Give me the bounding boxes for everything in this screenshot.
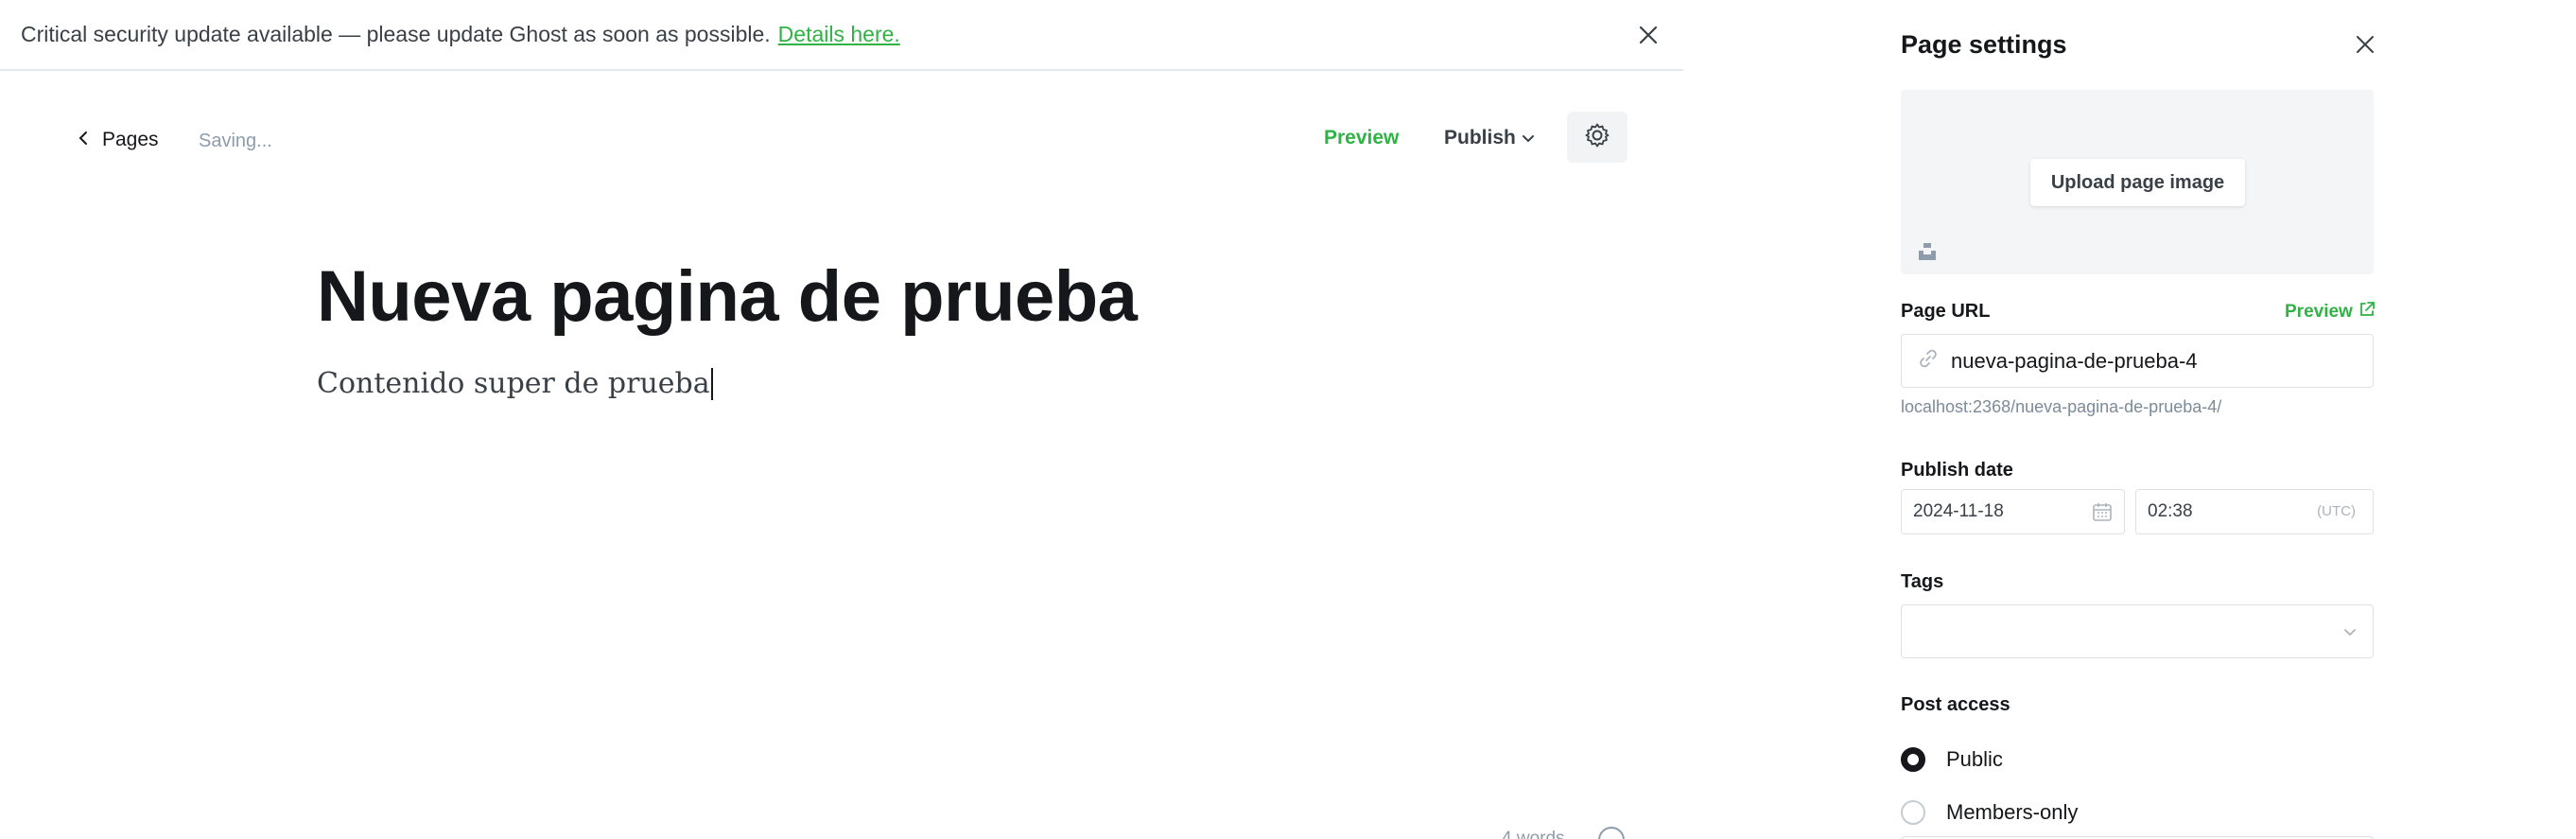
back-label: Pages [102, 129, 159, 150]
text-cursor [710, 367, 713, 400]
page-image-dropzone[interactable]: Upload page image [1901, 90, 2374, 274]
publish-button[interactable]: Publish [1444, 127, 1535, 149]
chevron-down-icon [2341, 622, 2359, 641]
page-body-text: Contenido super de prueba [317, 367, 710, 400]
radio-members-only[interactable] [1901, 800, 1925, 825]
gear-icon [1584, 122, 1610, 153]
panel-title: Page settings [1901, 30, 2067, 59]
back-to-pages-link[interactable]: Pages [78, 129, 159, 151]
timezone-label: (UTC) [2317, 503, 2356, 519]
close-icon[interactable] [2354, 33, 2376, 56]
word-count: 4 words [1502, 829, 1565, 839]
page-url-label: Page URL [1901, 301, 1991, 322]
chevron-left-icon [78, 129, 89, 151]
access-option-public[interactable]: Public [1901, 747, 2003, 772]
calendar-icon[interactable] [2092, 501, 2113, 522]
banner-message: Critical security update available — ple… [21, 22, 771, 46]
tags-label: Tags [1901, 571, 1944, 592]
upload-page-image-button[interactable]: Upload page image [2030, 159, 2245, 206]
access-option-label: Public [1946, 747, 2003, 771]
post-access-label: Post access [1901, 694, 2010, 715]
link-icon [1919, 349, 1938, 374]
publish-date-value: 2024-11-18 [1913, 501, 2004, 521]
page-title[interactable]: Nueva pagina de prueba [317, 255, 1138, 338]
radio-public[interactable] [1901, 747, 1925, 772]
external-link-icon [2358, 301, 2376, 323]
page-settings-panel: Page settings Upload page image Page URL… [1882, 0, 2576, 839]
help-icon[interactable] [1598, 827, 1625, 839]
publish-time-value: 02:38 [2148, 501, 2193, 521]
access-option-label: Members-only [1946, 800, 2079, 824]
banner-details-link[interactable]: Details here. [778, 22, 900, 47]
publish-date-label: Publish date [1901, 460, 2013, 481]
chevron-down-icon [1522, 127, 1535, 149]
settings-toggle-button[interactable] [1567, 112, 1627, 163]
preview-button[interactable]: Preview [1324, 127, 1399, 149]
publish-date-input[interactable]: 2024-11-18 [1901, 489, 2125, 534]
page-url-input[interactable]: nueva-pagina-de-prueba-4 [1901, 334, 2374, 388]
tags-select[interactable] [1901, 604, 2374, 658]
editor-header: Pages Saving... Preview Publish [0, 104, 1683, 180]
access-option-members[interactable]: Members-only [1901, 800, 2078, 825]
unsplash-icon[interactable] [1917, 241, 1938, 262]
publish-time-input[interactable]: 02:38 (UTC) [2135, 489, 2374, 534]
page-url-value: nueva-pagina-de-prueba-4 [1951, 348, 2198, 373]
save-status: Saving... [199, 131, 272, 151]
url-preview-link[interactable]: Preview [2285, 301, 2376, 323]
page-body-editor[interactable]: Contenido super de prueba [317, 367, 713, 400]
full-url-hint: localhost:2368/nueva-pagina-de-prueba-4/ [1901, 397, 2222, 416]
publish-label: Publish [1444, 127, 1516, 149]
banner-close-icon[interactable] [1634, 21, 1662, 49]
url-preview-label: Preview [2285, 302, 2353, 322]
security-banner: Critical security update available — ple… [0, 0, 1683, 71]
